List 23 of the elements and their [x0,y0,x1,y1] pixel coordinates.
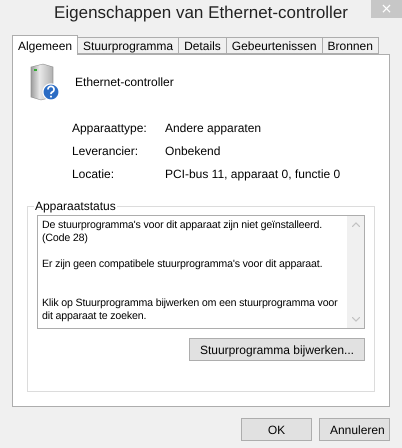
tab[interactable]: Algemeen [12,35,78,55]
scroll-down-icon[interactable] [352,317,360,322]
status-message: De stuurprogramma's voor dit apparaat zijn niet geïnstalleerd. (Code 28) [42,219,324,245]
status-message: Klik op Stuurprogramma bijwerken om een stuurprogramma voor dit apparaat te zoeken. [42,297,339,323]
tab[interactable]: Stuurprogramma [77,37,180,54]
update-driver-button[interactable]: Stuurprogramma bijwerken... [188,338,365,361]
status-message: Er zijn geen compatibele stuurprogramma's voor dit apparaat. [42,258,324,271]
property-label: Leverancier: [72,144,140,158]
tab[interactable]: Details [178,37,227,54]
property-value: Onbekend [165,144,222,158]
device-name: Ethernet-controller [75,75,174,89]
window-title: Eigenschappen van Ethernet-controller [53,3,349,23]
status-text-box[interactable] [37,215,365,329]
tab[interactable]: Gebeurtenissen [226,37,323,54]
property-value: PCI-bus 11, apparaat 0, functie 0 [165,167,342,181]
scroll-up-icon[interactable] [352,222,360,227]
dialog-button[interactable]: OK [241,418,312,441]
property-label: Apparaattype: [72,121,148,135]
group-title: Apparaatstatus [34,199,117,213]
dialog-button[interactable]: Annuleren [319,418,390,441]
property-label: Locatie: [72,167,116,181]
property-value: Andere apparaten [165,121,262,135]
tab[interactable]: Bronnen [322,37,379,54]
